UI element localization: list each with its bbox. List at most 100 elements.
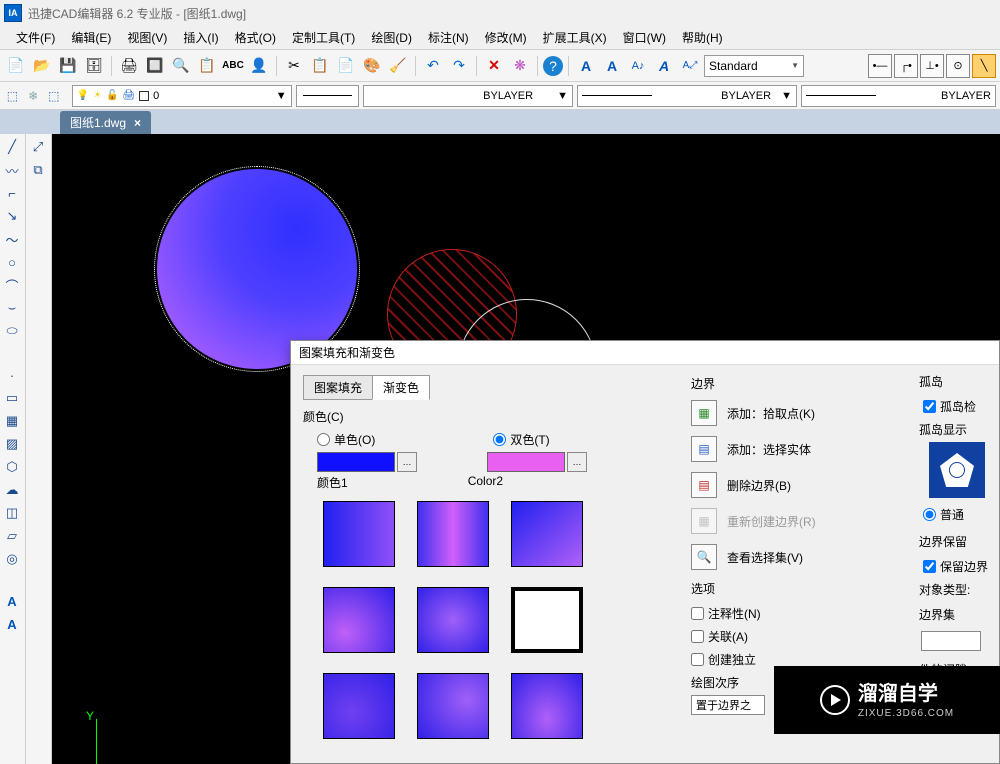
preset-diag[interactable] xyxy=(511,501,583,567)
menu-help[interactable]: 帮助(H) xyxy=(674,26,731,50)
wipeout-tool[interactable]: ▱ xyxy=(0,525,24,547)
arc-tool[interactable]: ⌒ xyxy=(0,274,24,296)
page-button[interactable]: 📋 xyxy=(195,54,219,78)
boundary-tool[interactable]: ⬡ xyxy=(0,456,24,478)
snap-intersection[interactable]: ╲ xyxy=(972,54,996,78)
freehand-tool[interactable]: 〜 xyxy=(0,228,24,250)
find-button[interactable]: 🔍 xyxy=(169,54,193,78)
island-detect-checkbox[interactable]: 孤岛检 xyxy=(915,398,999,415)
retain-boundary-checkbox[interactable]: 保留边界 xyxy=(915,558,999,575)
color1-picker-button[interactable]: … xyxy=(397,452,417,472)
mtext-tool[interactable]: A xyxy=(0,613,24,635)
new-button[interactable]: 📄 xyxy=(4,54,28,78)
hatch-tool[interactable]: ▦ xyxy=(0,410,24,432)
add-select-label[interactable]: 添加：选择实体 xyxy=(727,441,811,458)
arc-text-tool[interactable]: A xyxy=(0,590,24,612)
island-normal-radio[interactable]: 普通 xyxy=(915,506,999,523)
paste-button[interactable]: 📄 xyxy=(334,54,358,78)
single-color-radio[interactable]: 单色(O) xyxy=(317,431,375,448)
delete-boundary-label[interactable]: 删除边界(B) xyxy=(727,477,791,494)
rect-tool[interactable]: ▭ xyxy=(0,387,24,409)
point-tool[interactable]: · xyxy=(0,364,24,386)
boundary-set-select[interactable] xyxy=(921,631,981,651)
text-style-select[interactable]: Standard▼ xyxy=(704,55,804,77)
preset-cylinder[interactable] xyxy=(417,501,489,567)
spline-tool[interactable]: 〰 xyxy=(0,159,24,181)
tab-gradient[interactable]: 渐变色 xyxy=(372,375,430,400)
island-style-normal-icon[interactable] xyxy=(929,442,985,498)
snap-center[interactable]: ⊥• xyxy=(920,54,944,78)
arc2-tool[interactable]: ⌣ xyxy=(0,297,24,319)
save-button[interactable]: 💾 xyxy=(56,54,80,78)
color-selector[interactable]: BYLAYER ▼ xyxy=(363,85,573,107)
print-button[interactable]: 🖨 xyxy=(117,54,141,78)
snap-node[interactable]: ⊙ xyxy=(946,54,970,78)
move-tool[interactable]: ⤢ xyxy=(26,136,50,158)
gradient-circle[interactable] xyxy=(157,169,357,369)
two-color-radio[interactable]: 双色(T) xyxy=(493,431,549,448)
cancel-button[interactable]: ✕ xyxy=(482,54,506,78)
help-button[interactable]: ? xyxy=(543,56,563,76)
layer-freeze-button[interactable]: ❄ xyxy=(25,85,42,107)
polyline-tool[interactable]: ⌐ xyxy=(0,182,24,204)
view-selection-icon[interactable]: 🔍 xyxy=(691,544,717,570)
associative-checkbox[interactable]: 关联(A) xyxy=(691,628,911,645)
select-entity-icon[interactable]: ▤ xyxy=(691,436,717,462)
text-a3[interactable]: A xyxy=(652,54,676,78)
preset-blank-selected[interactable] xyxy=(511,587,583,653)
text-a2[interactable]: A xyxy=(600,54,624,78)
audit-button[interactable]: 👤 xyxy=(247,54,271,78)
text-scale-button[interactable]: A⤢ xyxy=(678,54,702,78)
copy-button[interactable]: 📋 xyxy=(308,54,332,78)
layer-manager-button[interactable]: ⬚ xyxy=(4,85,21,107)
layer-selector[interactable]: 💡 ☀ 🔓 🖨 0 ▼ xyxy=(72,85,292,107)
preset-radial1[interactable] xyxy=(323,587,395,653)
preset-radial2[interactable] xyxy=(417,587,489,653)
tab-hatch[interactable]: 图案填充 xyxy=(303,375,372,400)
donut-tool[interactable]: ◎ xyxy=(0,548,24,570)
menu-tools[interactable]: 定制工具(T) xyxy=(284,26,363,50)
saveall-button[interactable]: 🗄 xyxy=(82,54,106,78)
ray-tool[interactable]: ↘ xyxy=(0,205,24,227)
preset-spot2[interactable] xyxy=(417,673,489,739)
preset-linear[interactable] xyxy=(323,501,395,567)
erase-button[interactable]: 🧹 xyxy=(386,54,410,78)
view-selection-label[interactable]: 查看选择集(V) xyxy=(727,549,803,566)
text-style-button[interactable]: A♪ xyxy=(626,54,650,78)
regen-button[interactable]: ❋ xyxy=(508,54,532,78)
circle-tool[interactable]: ○ xyxy=(0,251,24,273)
close-tab-icon[interactable]: × xyxy=(134,116,141,130)
menu-dim[interactable]: 标注(N) xyxy=(420,26,477,50)
matchprop-button[interactable]: 🎨 xyxy=(360,54,384,78)
menu-window[interactable]: 窗口(W) xyxy=(615,26,674,50)
add-pickpoint-label[interactable]: 添加：拾取点(K) xyxy=(727,405,815,422)
color2-picker-button[interactable]: … xyxy=(567,452,587,472)
undo-button[interactable]: ↶ xyxy=(421,54,445,78)
copy-tool[interactable]: ⧉ xyxy=(26,159,50,181)
draw-order-select[interactable]: 置于边界之 xyxy=(691,695,765,715)
menu-exttools[interactable]: 扩展工具(X) xyxy=(535,26,615,50)
preset-hemi[interactable] xyxy=(511,673,583,739)
ellipse-tool[interactable]: ⬭ xyxy=(0,320,24,342)
snap-endpoint[interactable]: •— xyxy=(868,54,892,78)
doc-tab-active[interactable]: 图纸1.dwg × xyxy=(60,111,151,134)
menu-modify[interactable]: 修改(M) xyxy=(477,26,535,50)
preset-spot1[interactable] xyxy=(323,673,395,739)
cut-button[interactable]: ✂ xyxy=(282,54,306,78)
menu-edit[interactable]: 编辑(E) xyxy=(63,26,119,50)
cloud-tool[interactable]: ☁ xyxy=(0,479,24,501)
spellcheck-button[interactable]: ABC xyxy=(221,54,245,78)
gradient-tool[interactable]: ▨ xyxy=(0,433,24,455)
line-tool[interactable]: ╱ xyxy=(0,136,24,158)
text-a1[interactable]: A xyxy=(574,54,598,78)
linetype-preview[interactable] xyxy=(296,85,359,107)
linetype-selector[interactable]: BYLAYER ▼ xyxy=(577,85,797,107)
pickpoint-icon[interactable]: ▦ xyxy=(691,400,717,426)
dialog-title-bar[interactable]: 图案填充和渐变色 xyxy=(291,341,999,365)
delete-boundary-icon[interactable]: ▤ xyxy=(691,472,717,498)
region-tool[interactable]: ◫ xyxy=(0,502,24,524)
layer-states-button[interactable]: ⬚ xyxy=(45,85,62,107)
menu-view[interactable]: 视图(V) xyxy=(119,26,175,50)
annotative-checkbox[interactable]: 注释性(N) xyxy=(691,605,911,622)
open-button[interactable]: 📂 xyxy=(30,54,54,78)
